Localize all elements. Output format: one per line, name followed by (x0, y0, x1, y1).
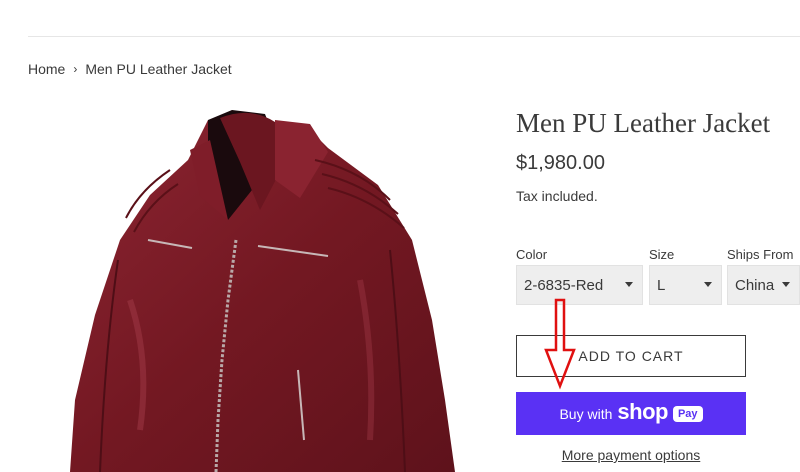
shop-pay-button[interactable]: Buy with shop Pay (516, 392, 746, 435)
header-divider (28, 36, 800, 37)
chevron-down-icon (625, 282, 633, 287)
product-image[interactable] (60, 100, 480, 472)
color-label: Color (516, 247, 548, 262)
shop-pay-badge: Pay (672, 405, 703, 422)
ships-from-select-value: China (735, 276, 775, 294)
size-label: Size (649, 247, 675, 262)
breadcrumb: Home › Men PU Leather Jacket (28, 61, 232, 77)
ships-from-label: Ships From (727, 247, 794, 262)
size-select[interactable]: L (649, 265, 722, 305)
size-select-value: L (657, 276, 666, 294)
chevron-down-icon (704, 282, 712, 287)
shop-pay-prefix: Buy with (559, 405, 613, 422)
more-payment-options-link[interactable]: More payment options (516, 447, 746, 463)
ships-from-select[interactable]: China (727, 265, 800, 305)
breadcrumb-home-link[interactable]: Home (28, 61, 65, 77)
color-select-value: 2-6835-Red (524, 276, 604, 294)
annotation-arrow-icon (544, 298, 576, 390)
breadcrumb-current: Men PU Leather Jacket (85, 61, 232, 77)
tax-note: Tax included. (516, 188, 598, 204)
product-title: Men PU Leather Jacket (516, 108, 771, 138)
breadcrumb-separator: › (73, 62, 78, 76)
shop-pay-logo: shop (617, 399, 668, 424)
product-price: $1,980.00 (516, 152, 605, 174)
chevron-down-icon (782, 282, 790, 287)
